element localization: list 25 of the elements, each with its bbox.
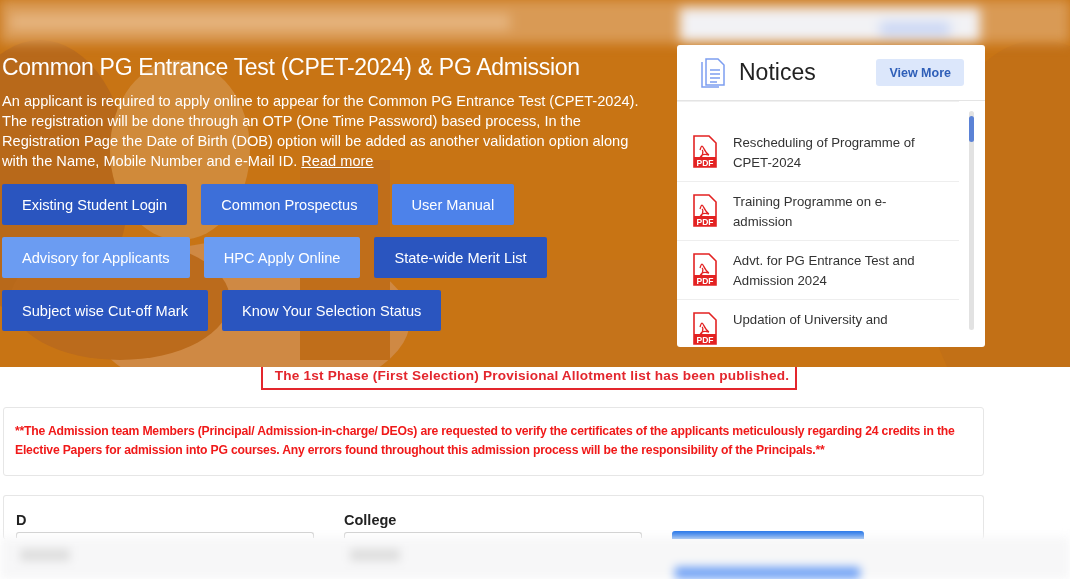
notice-item[interactable]: PDF Training Programme on e-admission [677,182,959,241]
announcement-text: The 1st Phase (First Selection) Provisional Allotment list has been published. [260,367,798,390]
nav-button[interactable]: Know Your Selection Status [222,290,442,331]
notice-item[interactable]: PDF Advt. for PG Entrance Test and Admission 2024 [677,241,959,300]
pdf-icon: PDF [693,253,717,286]
panel-title: Notices [739,59,817,86]
intro-paragraph: An applicant is required to apply online to appear for the Common PG Entrance Test (CPET-2024). The registration will be done through an OTP (One Time Password) based process, In the Registration Page the Date of Birth (DOB) option will be added as another validation option along with the Name, Mobile Number and e-Mail ID. Read more [2,92,640,171]
nav-button[interactable]: Existing Student Login [2,184,188,225]
nav-button[interactable]: User Manual [391,184,515,225]
nav-button[interactable]: State-wide Merit List [374,237,547,278]
warning-notice: **The Admission team Members (Principal/ Admission-in-charge/ DEOs) are requested to verify the certificates of the applicants meticulously regarding 24 credits in the Elective Papers for admission into PG courses. Any errors found throughout this admission process will be the responsibility of the Principals.** [3,407,984,476]
notice-item[interactable]: PDF Rescheduling of Programme of CPET-2024 [677,123,959,182]
nav-button[interactable]: Common Prospectus [201,184,378,225]
scrollbar[interactable] [969,111,974,330]
pdf-icon: PDF [693,312,717,345]
field-label: College [344,512,398,528]
field-label: D [16,512,28,528]
page-title: Common PG Entrance Test (CPET-2024) & PG Admission [2,54,581,81]
view-more-button[interactable]: View More [876,59,964,86]
nav-button[interactable]: Subject wise Cut-off Mark [2,290,208,331]
notice-item[interactable]: PDF Updation of University and [677,300,959,347]
pdf-icon: PDF [693,194,717,227]
document-icon [701,57,725,88]
read-more-link[interactable]: Read more [301,153,374,169]
pdf-icon: PDF [693,135,717,168]
